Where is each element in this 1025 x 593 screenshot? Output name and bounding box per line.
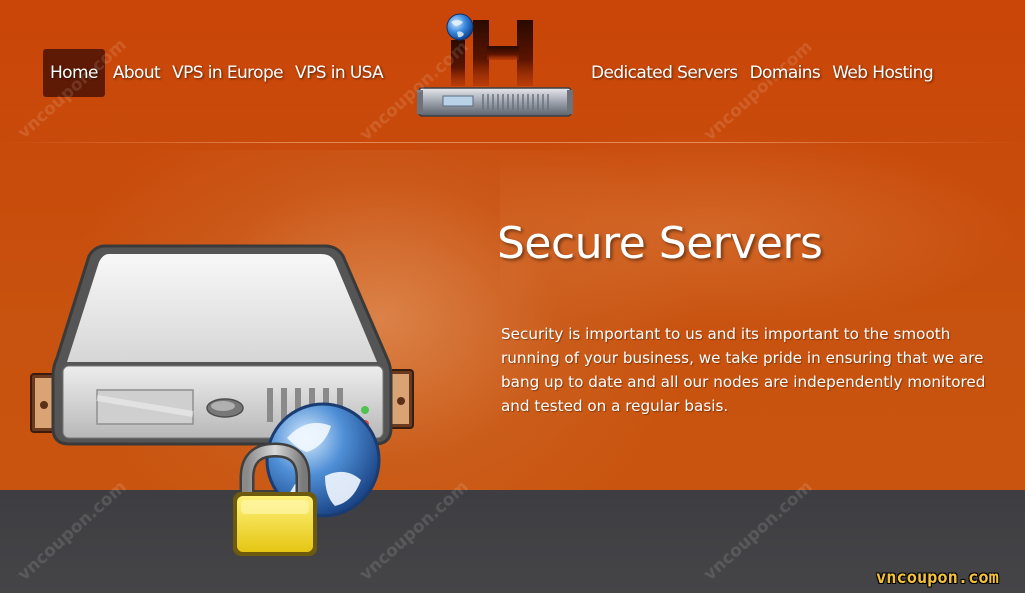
nav-vps-europe[interactable]: VPS in Europe <box>166 49 289 97</box>
hero-description: Security is important to us and its impo… <box>501 325 986 415</box>
nav-vps-usa[interactable]: VPS in USA <box>289 49 389 97</box>
brand-tag: vncoupon.com <box>876 568 999 588</box>
header-divider <box>0 142 1025 143</box>
nav-web-hosting[interactable]: Web Hosting <box>826 49 939 97</box>
nav-dedicated-servers[interactable]: Dedicated Servers <box>585 49 744 97</box>
hero-title: Secure Servers <box>497 218 823 269</box>
